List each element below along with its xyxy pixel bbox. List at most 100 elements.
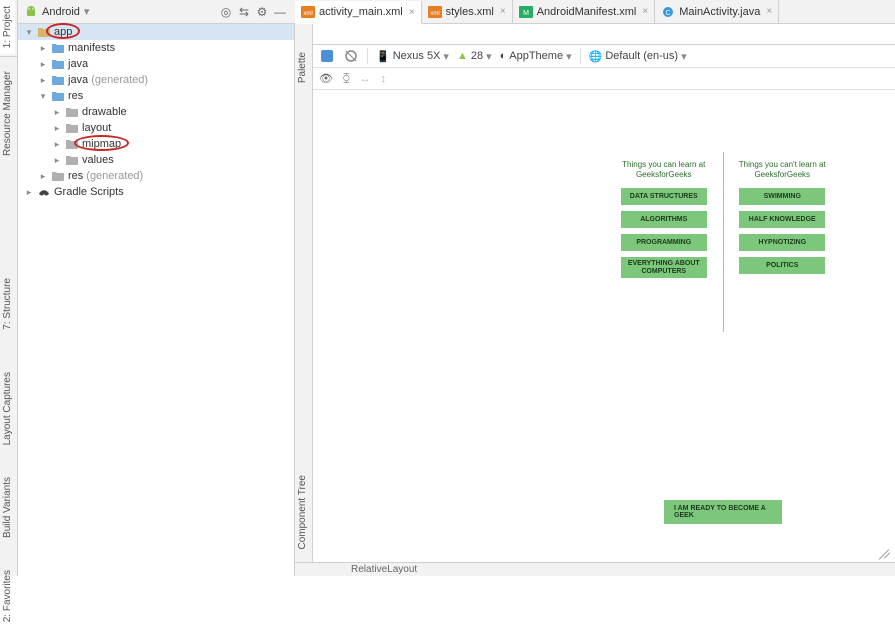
expand-icon[interactable]: ▸ — [24, 187, 34, 198]
toolwindow-structure[interactable]: 7: Structure — [0, 272, 15, 336]
tree-label: app — [54, 26, 72, 38]
toolwindow-layout-captures[interactable]: Layout Captures — [0, 366, 15, 451]
toolwindow-project[interactable]: 1: Project — [0, 0, 15, 54]
toolwindow-resource-manager[interactable]: Resource Manager — [0, 65, 15, 162]
expand-icon[interactable]: ▸ — [52, 107, 62, 118]
xml-icon: xml — [428, 6, 442, 18]
expand-icon[interactable]: ▸ — [52, 123, 62, 134]
device-picker[interactable]: 📱 Nexus 5X ▾ — [376, 50, 449, 63]
tree-label: java — [68, 58, 88, 70]
tree-row-app[interactable]: ▾ app — [18, 24, 294, 40]
green-button[interactable]: EVERYTHING ABOUT COMPUTERS — [621, 257, 707, 278]
tree-label: values — [82, 154, 114, 166]
project-tree[interactable]: ▾app▸manifests▸java▸java(generated)▾res▸… — [18, 24, 295, 576]
editor-tab[interactable]: xmlstyles.xml× — [422, 0, 513, 23]
tree-label: java — [68, 74, 88, 86]
editor-tab-strip: xmlactivity_main.xml×xmlstyles.xml×MAndr… — [295, 0, 895, 24]
tree-row-res[interactable]: ▸ res(generated) — [18, 168, 294, 184]
close-icon[interactable]: × — [642, 6, 648, 17]
hide-icon[interactable]: — — [271, 3, 289, 21]
arrows-v-icon[interactable]: ↕ — [381, 73, 387, 85]
gradle-icon — [37, 185, 51, 199]
green-button[interactable]: DATA STRUCTURES — [621, 188, 707, 205]
magnet-icon[interactable]: ⧲ — [343, 72, 350, 85]
arrows-h-icon[interactable]: ↔ — [360, 73, 371, 85]
toolwindow-build-variants[interactable]: Build Variants — [0, 471, 15, 544]
target-icon[interactable]: ◎ — [217, 3, 235, 21]
status-component: RelativeLayout — [351, 564, 417, 575]
green-button[interactable]: HYPNOTIZING — [739, 234, 825, 251]
layout-designer: Palette Component Tree 📱 Nexus 5X ▾ ▲ 28… — [295, 24, 895, 562]
close-icon[interactable]: × — [500, 6, 506, 17]
toolwindow-favorites[interactable]: 2: Favorites — [0, 564, 15, 628]
tree-row-values[interactable]: ▸ values — [18, 152, 294, 168]
resize-handle-icon[interactable] — [873, 540, 891, 558]
generated-badge: (generated) — [91, 74, 148, 86]
tree-label: manifests — [68, 42, 115, 54]
tree-row-res[interactable]: ▾res — [18, 88, 294, 104]
expand-icon[interactable]: ▸ — [38, 59, 48, 70]
tree-label: res — [68, 170, 83, 182]
tree-label: drawable — [82, 106, 127, 118]
folder-icon — [51, 73, 65, 87]
generated-badge: (generated) — [86, 170, 143, 182]
editor-tab[interactable]: M AndroidManifest.xml × — [513, 0, 656, 23]
folder-icon — [51, 89, 65, 103]
app-folder-icon — [37, 25, 51, 39]
green-button[interactable]: HALF KNOWLEDGE — [739, 211, 825, 228]
project-view-label[interactable]: Android — [42, 6, 80, 18]
svg-text:M: M — [523, 10, 529, 17]
tree-row-java[interactable]: ▸ java(generated) — [18, 72, 294, 88]
tree-label: layout — [82, 122, 111, 134]
java-icon: C — [661, 6, 675, 18]
tree-row-manifests[interactable]: ▸ manifests — [18, 40, 294, 56]
expand-icon[interactable]: ▸ — [38, 75, 48, 86]
green-button[interactable]: ALGORITHMS — [621, 211, 707, 228]
expand-icon[interactable]: ▸ — [52, 155, 62, 166]
tree-row-mipmap[interactable]: ▸mipmap — [18, 136, 294, 152]
green-button[interactable]: POLITICS — [739, 257, 825, 274]
palette-tab[interactable]: Palette — [295, 46, 310, 89]
green-button[interactable]: SWIMMING — [739, 188, 825, 205]
api-picker[interactable]: ▲ 28 ▾ — [457, 50, 492, 63]
expand-icon[interactable]: ▸ — [38, 43, 48, 54]
folder-g-icon — [65, 105, 79, 119]
phone-preview: Things you can learn at GeeksforGeeks DA… — [605, 152, 841, 542]
design-mode-icon[interactable] — [319, 48, 335, 64]
tab-label: AndroidManifest.xml — [537, 6, 637, 18]
blueprint-mode-icon[interactable] — [343, 48, 359, 64]
collapse-icon[interactable]: ⇆ — [235, 3, 253, 21]
tree-row-Gradle Scripts[interactable]: ▸Gradle Scripts — [18, 184, 294, 200]
component-tree-tab[interactable]: Component Tree — [295, 469, 310, 556]
svg-text:xml: xml — [430, 11, 439, 17]
right-heading: Things you can't learn at GeeksforGeeks — [730, 160, 836, 180]
close-icon[interactable]: × — [766, 6, 772, 17]
right-column: Things you can't learn at GeeksforGeeks … — [724, 152, 842, 332]
close-icon[interactable]: × — [409, 7, 415, 18]
expand-icon[interactable]: ▸ — [38, 171, 48, 182]
mf-icon: M — [519, 6, 533, 18]
tree-row-java[interactable]: ▸ java — [18, 56, 294, 72]
designer-toolbar-2: 👁 ⧲ ↔ ↕ — [313, 68, 895, 90]
gear-icon[interactable]: ⚙ — [253, 3, 271, 21]
folder-icon — [51, 57, 65, 71]
status-bar: RelativeLayout — [295, 562, 895, 576]
design-canvas[interactable]: Things you can learn at GeeksforGeeks DA… — [313, 90, 895, 562]
expand-icon[interactable]: ▸ — [52, 139, 62, 150]
expand-icon[interactable]: ▾ — [24, 27, 34, 38]
tree-row-drawable[interactable]: ▸ drawable — [18, 104, 294, 120]
locale-picker[interactable]: 🌐 Default (en-us) ▾ — [589, 50, 687, 63]
editor-tab[interactable]: CMainActivity.java× — [655, 0, 779, 23]
theme-picker[interactable]: ◐ AppTheme ▾ — [500, 50, 572, 63]
dropdown-icon[interactable]: ▾ — [84, 5, 90, 18]
tree-row-layout[interactable]: ▸ layout — [18, 120, 294, 136]
expand-icon[interactable]: ▾ — [38, 91, 48, 102]
designer-toolbar: 📱 Nexus 5X ▾ ▲ 28 ▾ ◐ AppTheme ▾ 🌐 Defau… — [313, 44, 895, 68]
cta-button[interactable]: I AM READY TO BECOME A GEEK — [664, 500, 782, 524]
eye-icon[interactable]: 👁 — [319, 72, 333, 85]
folder-g-icon — [65, 153, 79, 167]
editor-tab[interactable]: xmlactivity_main.xml× — [295, 1, 422, 24]
folder-icon — [51, 41, 65, 55]
green-button[interactable]: PROGRAMMING — [621, 234, 707, 251]
tab-label: activity_main.xml — [319, 6, 403, 18]
